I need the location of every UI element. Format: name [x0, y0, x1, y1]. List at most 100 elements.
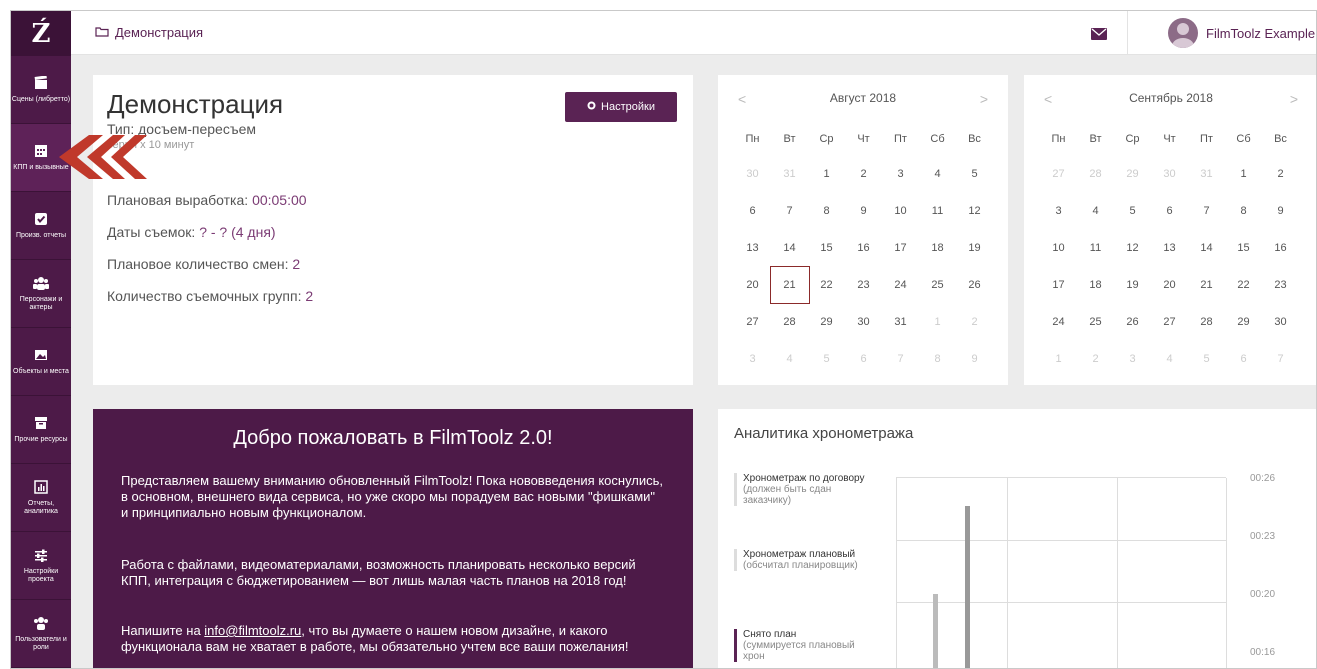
calendar-day[interactable]: 15: [808, 242, 845, 254]
calendar-day[interactable]: 28: [771, 316, 808, 328]
calendar-day[interactable]: 23: [1262, 279, 1299, 291]
next-month-button[interactable]: >: [980, 91, 988, 107]
calendar-day[interactable]: 15: [1225, 242, 1262, 254]
calendar-day[interactable]: 31: [771, 168, 808, 180]
sidebar-item-analytics[interactable]: Отчеты, аналитика: [11, 464, 71, 532]
calendar-day[interactable]: 10: [1040, 242, 1077, 254]
calendar-day[interactable]: 14: [771, 242, 808, 254]
calendar-day[interactable]: 3: [882, 168, 919, 180]
calendar-day[interactable]: 2: [1262, 168, 1299, 180]
calendar-day[interactable]: 1: [808, 168, 845, 180]
calendar-day[interactable]: 18: [1077, 279, 1114, 291]
sidebar-item-project-settings[interactable]: Настройки проекта: [11, 532, 71, 600]
calendar-day[interactable]: 6: [845, 353, 882, 365]
calendar-day[interactable]: 24: [1040, 316, 1077, 328]
calendar-day[interactable]: 12: [956, 205, 993, 217]
calendar-day[interactable]: 9: [1262, 205, 1299, 217]
calendar-day[interactable]: 2: [1077, 353, 1114, 365]
email-link[interactable]: info@filmtoolz.ru: [204, 623, 301, 638]
sidebar-item-locations[interactable]: Объекты и места: [11, 328, 71, 396]
calendar-day[interactable]: 20: [734, 279, 771, 291]
calendar-day[interactable]: 4: [1151, 353, 1188, 365]
calendar-day[interactable]: 16: [845, 242, 882, 254]
calendar-day[interactable]: 25: [1077, 316, 1114, 328]
calendar-day[interactable]: 22: [808, 279, 845, 291]
calendar-day[interactable]: 1: [919, 316, 956, 328]
calendar-day[interactable]: 19: [956, 242, 993, 254]
calendar-day[interactable]: 9: [956, 353, 993, 365]
calendar-day[interactable]: 17: [882, 242, 919, 254]
settings-button[interactable]: Настройки: [565, 92, 677, 122]
calendar-day[interactable]: 14: [1188, 242, 1225, 254]
sidebar-item-users[interactable]: Пользователи и роли: [11, 600, 71, 668]
avatar[interactable]: [1168, 18, 1198, 48]
calendar-day[interactable]: 27: [1040, 168, 1077, 180]
calendar-day[interactable]: 31: [882, 316, 919, 328]
calendar-day[interactable]: 24: [882, 279, 919, 291]
calendar-day[interactable]: 7: [882, 353, 919, 365]
calendar-day[interactable]: 23: [845, 279, 882, 291]
calendar-day[interactable]: 29: [1114, 168, 1151, 180]
sidebar-item-scenes[interactable]: Сцены (либретто): [11, 56, 71, 124]
calendar-day[interactable]: 30: [1151, 168, 1188, 180]
calendar-day[interactable]: 11: [1077, 242, 1114, 254]
calendar-day[interactable]: 13: [1151, 242, 1188, 254]
next-month-button[interactable]: >: [1290, 91, 1298, 107]
calendar-day[interactable]: 3: [1114, 353, 1151, 365]
calendar-day[interactable]: 28: [1188, 316, 1225, 328]
calendar-day[interactable]: 5: [808, 353, 845, 365]
calendar-day[interactable]: 10: [882, 205, 919, 217]
calendar-day[interactable]: 5: [1188, 353, 1225, 365]
calendar-day[interactable]: 8: [919, 353, 956, 365]
calendar-day[interactable]: 7: [771, 205, 808, 217]
calendar-day[interactable]: 6: [1225, 353, 1262, 365]
calendar-day[interactable]: 27: [734, 316, 771, 328]
calendar-day[interactable]: 12: [1114, 242, 1151, 254]
calendar-day[interactable]: 3: [1040, 205, 1077, 217]
calendar-day[interactable]: 4: [771, 353, 808, 365]
calendar-day[interactable]: 20: [1151, 279, 1188, 291]
calendar-day[interactable]: 7: [1262, 353, 1299, 365]
calendar-day[interactable]: 9: [845, 205, 882, 217]
calendar-day[interactable]: 18: [919, 242, 956, 254]
calendar-day[interactable]: 13: [734, 242, 771, 254]
calendar-day[interactable]: 16: [1262, 242, 1299, 254]
calendar-day[interactable]: 8: [808, 205, 845, 217]
app-logo[interactable]: Ź: [11, 11, 71, 56]
calendar-day[interactable]: 4: [1077, 205, 1114, 217]
calendar-day[interactable]: 8: [1225, 205, 1262, 217]
calendar-day[interactable]: 30: [734, 168, 771, 180]
calendar-day[interactable]: 26: [1114, 316, 1151, 328]
calendar-day[interactable]: 19: [1114, 279, 1151, 291]
calendar-day[interactable]: 5: [1114, 205, 1151, 217]
calendar-day[interactable]: 1: [1225, 168, 1262, 180]
calendar-day[interactable]: 30: [845, 316, 882, 328]
calendar-day[interactable]: 27: [1151, 316, 1188, 328]
calendar-day[interactable]: 3: [734, 353, 771, 365]
username[interactable]: FilmToolz Example: [1206, 26, 1315, 41]
calendar-day[interactable]: 5: [956, 168, 993, 180]
calendar-day[interactable]: 6: [1151, 205, 1188, 217]
calendar-day[interactable]: 4: [919, 168, 956, 180]
calendar-day[interactable]: 2: [956, 316, 993, 328]
calendar-day[interactable]: 2: [845, 168, 882, 180]
calendar-day[interactable]: 1: [1040, 353, 1077, 365]
calendar-day[interactable]: 26: [956, 279, 993, 291]
sidebar-item-resources[interactable]: Прочие ресурсы: [11, 396, 71, 464]
calendar-day[interactable]: 21: [1188, 279, 1225, 291]
calendar-day[interactable]: 29: [1225, 316, 1262, 328]
calendar-day[interactable]: 25: [919, 279, 956, 291]
calendar-day[interactable]: 30: [1262, 316, 1299, 328]
sidebar-item-characters[interactable]: Персонажи и актеры: [11, 260, 71, 328]
mail-icon[interactable]: [1091, 27, 1107, 45]
breadcrumb[interactable]: Демонстрация: [95, 25, 203, 40]
calendar-day[interactable]: 7: [1188, 205, 1225, 217]
calendar-day[interactable]: 31: [1188, 168, 1225, 180]
calendar-day[interactable]: 22: [1225, 279, 1262, 291]
calendar-day[interactable]: 17: [1040, 279, 1077, 291]
calendar-day[interactable]: 29: [808, 316, 845, 328]
sidebar-item-reports[interactable]: Произв. отчеты: [11, 192, 71, 260]
calendar-day[interactable]: 6: [734, 205, 771, 217]
calendar-day[interactable]: 28: [1077, 168, 1114, 180]
calendar-day[interactable]: 11: [919, 205, 956, 217]
